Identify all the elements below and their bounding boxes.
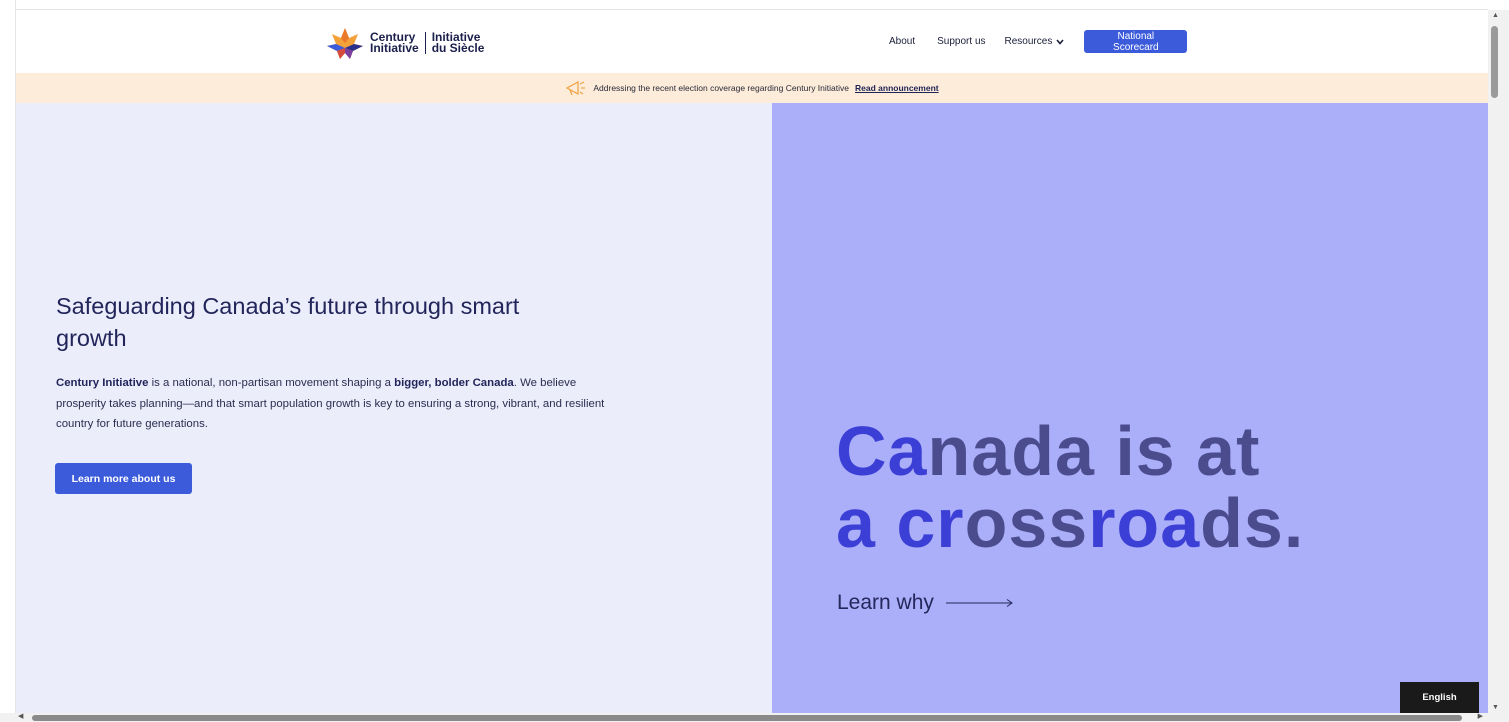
crossroads-headline: Canada is at a crossroads. (836, 415, 1304, 559)
learn-why-link[interactable]: Learn why (837, 591, 1014, 615)
hero-description: Century Initiative is a national, non-pa… (56, 373, 616, 435)
hero-desc-part1: is a national, non-partisan movement sha… (148, 377, 395, 389)
headline-seg: oss (964, 484, 1089, 562)
vertical-scrollbar[interactable]: ▲ ▼ (1488, 10, 1509, 713)
nav-resources-dropdown[interactable]: Resources (1005, 36, 1065, 47)
announcement-text: Addressing the recent election coverage … (593, 83, 849, 93)
headline-seg: a cr (836, 484, 965, 562)
language-switch-button[interactable]: English (1400, 682, 1479, 713)
maple-leaf-logo-icon (327, 28, 363, 59)
national-scorecard-button[interactable]: National Scorecard (1084, 30, 1188, 53)
site-logo[interactable]: Century Initiative Initiative du Siècle (326, 26, 484, 60)
logo-fr-line2: du Siècle (431, 41, 485, 55)
logo-en-line2: Initiative (370, 41, 419, 55)
learn-more-button[interactable]: Learn more about us (55, 463, 192, 494)
megaphone-icon (566, 80, 586, 96)
nav-about[interactable]: About (889, 36, 915, 47)
scroll-left-arrow-icon[interactable]: ◀ (18, 712, 23, 720)
horizontal-scrollbar[interactable]: ◀ ▶ (0, 713, 1509, 722)
horizontal-scroll-thumb[interactable] (32, 715, 1462, 721)
read-announcement-link[interactable]: Read announcement (855, 83, 939, 93)
scroll-down-arrow-icon[interactable]: ▼ (1492, 704, 1499, 711)
hero-brand-name: Century Initiative (56, 377, 149, 389)
window-top-strip (16, 0, 1488, 10)
window-left-edge (0, 0, 16, 722)
site-header: Century Initiative Initiative du Siècle … (16, 10, 1488, 72)
chevron-down-icon (1056, 38, 1064, 45)
headline-seg: da is at (1011, 412, 1261, 490)
logo-divider (424, 32, 426, 54)
learn-why-label: Learn why (837, 591, 934, 614)
main-nav: About Support us Resources National Scor… (889, 30, 1188, 53)
hero-title: Safeguarding Canada’s future through sma… (56, 293, 520, 351)
headline-seg: na (927, 412, 1012, 490)
arrow-right-icon (945, 599, 1013, 607)
hero-left-panel: Safeguarding Canada’s future through sma… (16, 103, 772, 713)
nav-resources-label: Resources (1004, 36, 1053, 47)
scroll-right-arrow-icon[interactable]: ▶ (1478, 712, 1483, 720)
nav-support-us[interactable]: Support us (937, 36, 985, 47)
logo-english: Century Initiative (370, 31, 419, 55)
headline-seg: roa (1088, 484, 1201, 562)
hero-right-panel: Canada is at a crossroads. Learn why (772, 103, 1488, 713)
announcement-banner: Addressing the recent election coverage … (16, 73, 1488, 103)
hero-desc-emphasis: bigger, bolder Canada (394, 377, 514, 389)
logo-wordmark: Century Initiative Initiative du Siècle (370, 31, 485, 55)
vertical-scroll-thumb[interactable] (1491, 26, 1498, 98)
headline-seg: ds. (1200, 484, 1305, 562)
scroll-up-arrow-icon[interactable]: ▲ (1492, 12, 1499, 19)
headline-seg: Ca (836, 412, 928, 490)
logo-french: Initiative du Siècle (431, 31, 485, 55)
